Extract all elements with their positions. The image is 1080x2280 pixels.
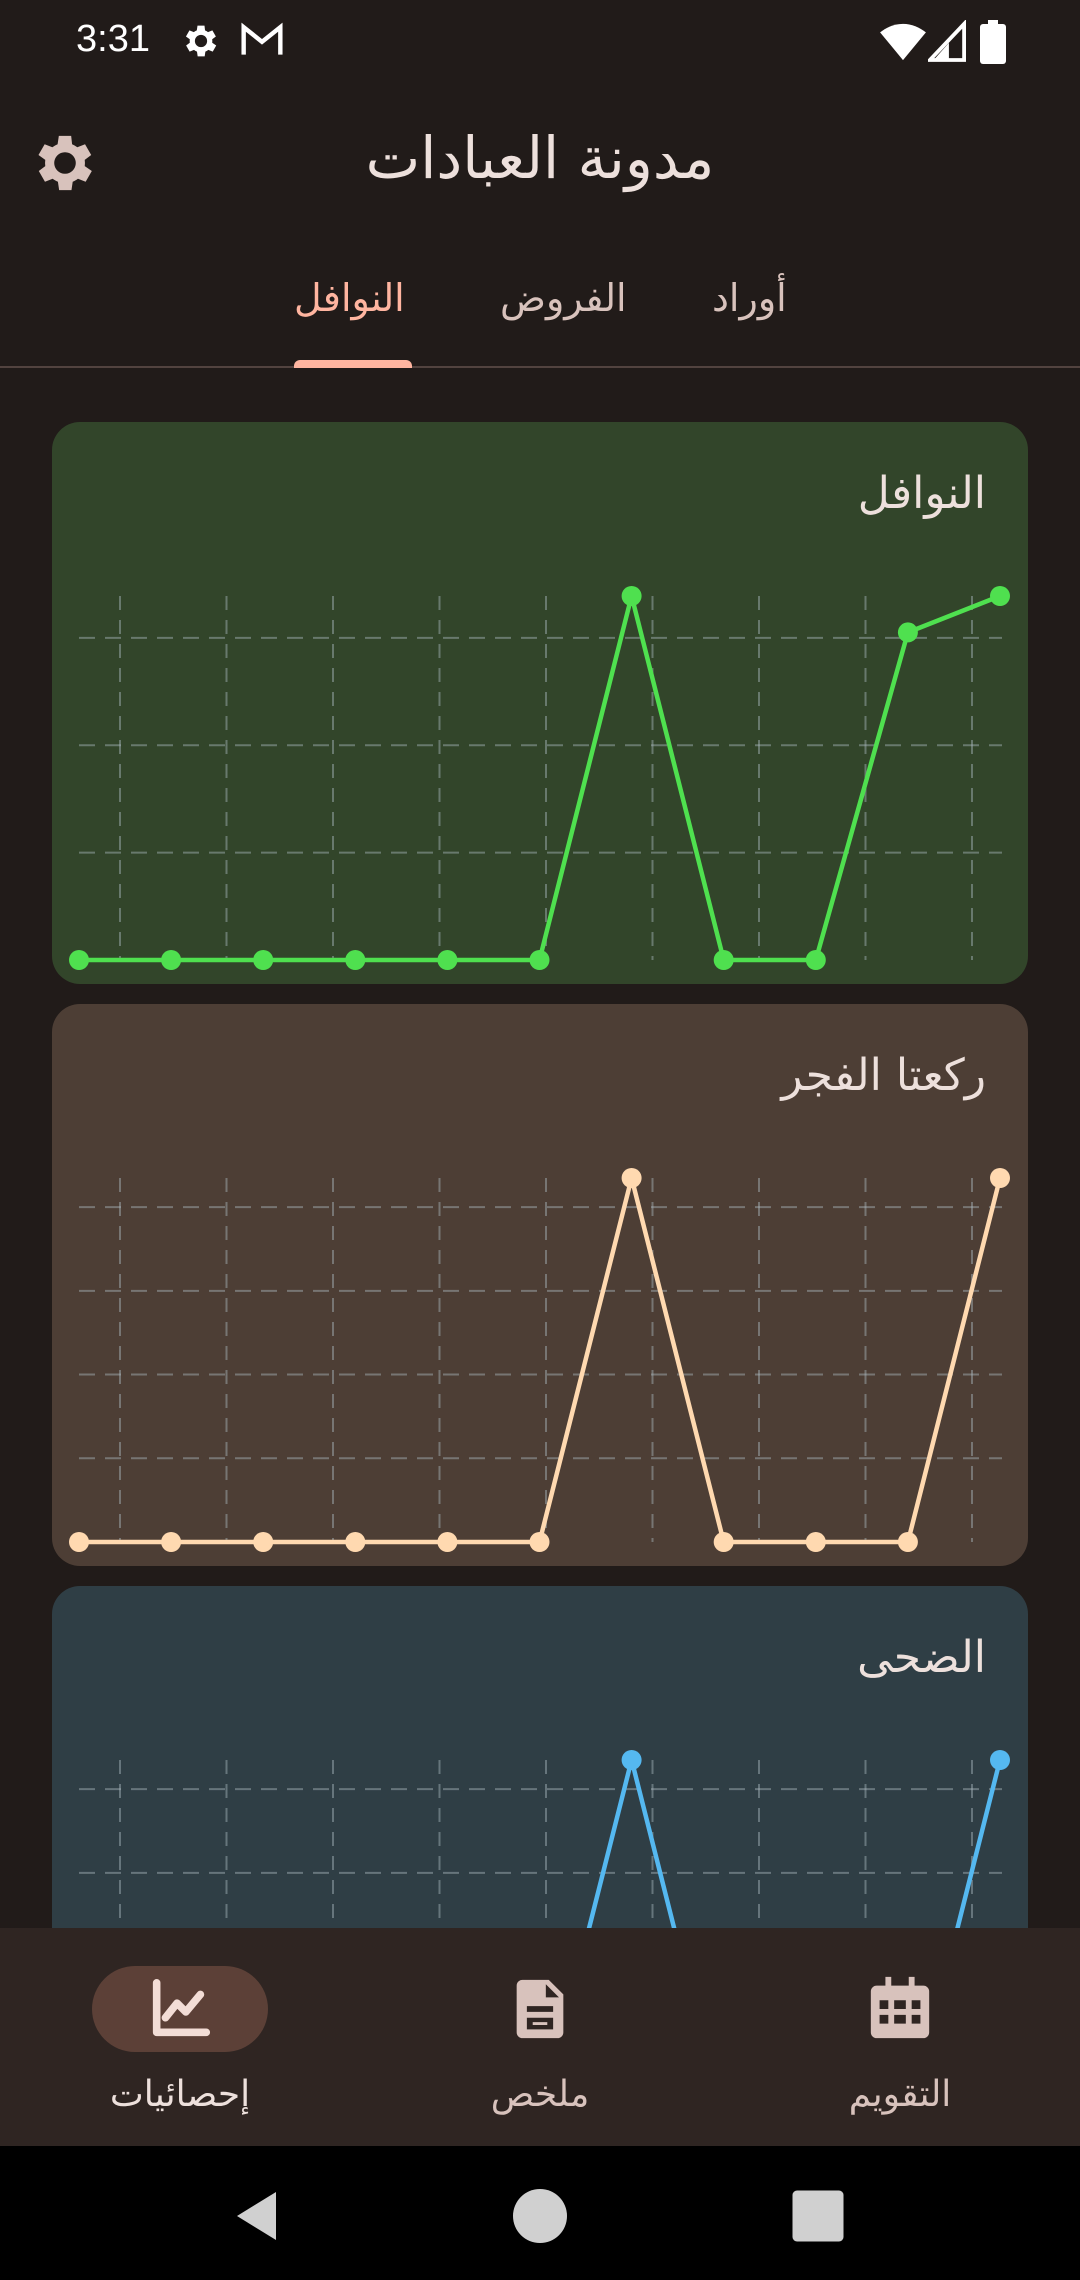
chart-card-nawafil: النوافل: [52, 422, 1028, 984]
recents-icon[interactable]: [788, 2186, 848, 2246]
data-point: [69, 1532, 89, 1552]
status-time: 3:31: [76, 18, 150, 60]
series-line: [79, 593, 1001, 963]
data-point: [897, 622, 918, 643]
tab-awrad[interactable]: أوراد: [712, 276, 787, 320]
calendar-icon: [865, 1974, 935, 2044]
nav-statistics[interactable]: إحصائيات: [0, 1928, 360, 2146]
wifi-icon: [880, 20, 926, 66]
signal-icon: [925, 19, 966, 66]
data-point: [990, 1750, 1010, 1770]
data-point: [253, 950, 274, 970]
nav-label: التقويم: [848, 2074, 952, 2115]
data-point: [897, 1532, 918, 1552]
bottom-navigation: إحصائيات ملخص التقويم: [0, 1928, 1080, 2146]
card-title: النوافل: [857, 468, 986, 519]
data-point: [805, 1532, 826, 1552]
data-point: [345, 950, 366, 970]
data-point: [437, 1532, 458, 1552]
series-line: [79, 1175, 1003, 1545]
data-point: [713, 1532, 734, 1552]
page-title: مدونة العبادات: [365, 124, 715, 192]
data-point: [621, 1168, 642, 1188]
gear-icon: [180, 20, 222, 66]
chart-card-fajr: ركعتا الفجر: [52, 1004, 1028, 1566]
status-bar: 3:31: [0, 0, 1080, 88]
nav-label: ملخص: [490, 2074, 590, 2115]
app-bar: مدونة العبادات: [0, 88, 1080, 238]
system-navigation-bar: [0, 2146, 1080, 2280]
data-point: [621, 586, 642, 606]
card-title: ركعتا الفجر: [781, 1050, 986, 1101]
data-point: [69, 950, 89, 970]
stats-list[interactable]: النوافل ركعتا الفجر الضحى: [0, 370, 1080, 1928]
nav-summary[interactable]: ملخص: [360, 1928, 720, 2146]
chart-card-duha: الضحى: [52, 1586, 1028, 1928]
active-tab-indicator: [294, 360, 412, 368]
data-point: [437, 950, 458, 970]
data-point: [805, 950, 826, 970]
tab-bar: النوافل الفروض أوراد: [0, 240, 1080, 368]
data-point: [253, 1532, 274, 1552]
nav-label: إحصائيات: [109, 2074, 251, 2115]
tab-furood[interactable]: الفروض: [500, 276, 627, 320]
card-title: الضحى: [857, 1632, 986, 1683]
battery-icon: [980, 20, 1006, 68]
chart-icon: [145, 1974, 215, 2044]
data-point: [990, 1168, 1010, 1188]
data-point: [621, 1750, 642, 1770]
back-icon[interactable]: [228, 2186, 288, 2246]
nav-calendar[interactable]: التقويم: [720, 1928, 1080, 2146]
data-point: [161, 950, 182, 970]
home-icon[interactable]: [510, 2186, 570, 2246]
data-point: [529, 950, 550, 970]
document-icon: [505, 1974, 575, 2044]
tab-nawafil[interactable]: النوافل: [294, 276, 405, 320]
series-line: [586, 1757, 1003, 1928]
data-point: [713, 950, 734, 970]
gmail-icon: [240, 20, 284, 64]
data-point: [161, 1532, 182, 1552]
data-point: [990, 586, 1010, 606]
data-point: [529, 1532, 550, 1552]
data-point: [345, 1532, 366, 1552]
